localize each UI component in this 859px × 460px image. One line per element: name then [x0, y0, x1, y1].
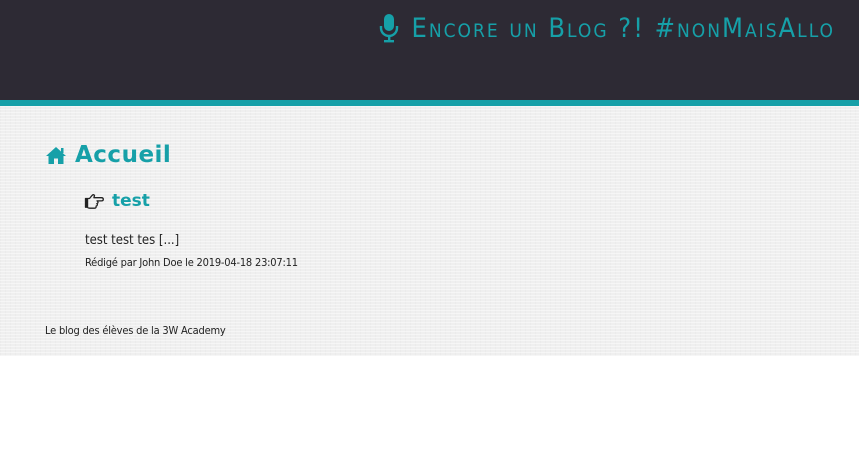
microphone-icon [380, 14, 399, 43]
page-title-text: Accueil [75, 142, 172, 168]
hand-pointing-right-icon [84, 194, 104, 209]
post-meta: Rédigé par John Doe le 2019-04-18 23:07:… [85, 256, 298, 269]
home-icon [46, 146, 66, 164]
main-content: Accueil test test test tes [...] Rédigé … [0, 106, 859, 356]
post-title-link[interactable]: test [112, 191, 150, 211]
footer-text: Le blog des élèves de la 3W Academy [45, 324, 226, 337]
site-header: Encore un Blog ?! #nonMaisAllo [0, 0, 859, 100]
post-excerpt: test test tes [...] [85, 233, 180, 248]
post-title: test [84, 191, 150, 211]
site-title-text: Encore un Blog ?! #nonMaisAllo [411, 12, 835, 44]
page-title: Accueil [45, 142, 171, 168]
site-title-link[interactable]: Encore un Blog ?! #nonMaisAllo [379, 10, 835, 46]
